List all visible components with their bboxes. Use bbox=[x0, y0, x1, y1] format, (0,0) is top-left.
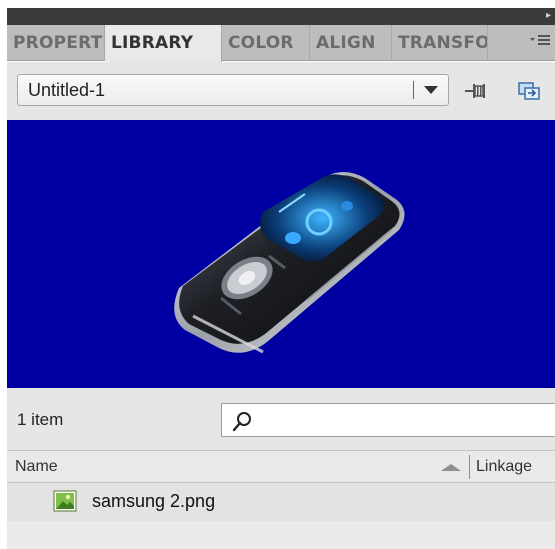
panel-menu-icon[interactable] bbox=[529, 33, 551, 50]
panel-title-bar[interactable]: ▸ bbox=[7, 8, 555, 25]
collapse-arrow-icon[interactable]: ▸ bbox=[546, 11, 551, 21]
tab-transform[interactable]: TRANSFORM bbox=[392, 25, 488, 61]
search-input[interactable] bbox=[221, 403, 555, 437]
sort-ascending-icon[interactable] bbox=[441, 464, 461, 471]
search-icon bbox=[232, 412, 251, 432]
library-document-select[interactable]: Untitled-1 bbox=[17, 74, 449, 106]
tab-align[interactable]: ALIGN bbox=[310, 25, 392, 61]
chevron-down-icon[interactable] bbox=[424, 86, 438, 94]
library-column-header: Name Linkage bbox=[7, 450, 555, 483]
library-toolbar: Untitled-1 bbox=[7, 62, 555, 120]
list-item[interactable]: samsung 2.png bbox=[7, 483, 555, 521]
tab-properties[interactable]: PROPERTIES bbox=[7, 25, 105, 61]
new-library-panel-icon[interactable] bbox=[517, 80, 541, 102]
bitmap-icon bbox=[53, 490, 77, 512]
panel-tabs: PROPERTIES LIBRARY COLOR ALIGN TRANSFORM bbox=[7, 25, 555, 62]
column-divider[interactable] bbox=[469, 455, 470, 479]
item-count: 1 item bbox=[17, 410, 64, 429]
select-divider bbox=[413, 81, 414, 99]
column-linkage[interactable]: Linkage bbox=[476, 458, 532, 476]
library-status-bar: 1 item bbox=[7, 388, 555, 450]
list-empty-area bbox=[7, 521, 555, 549]
library-panel: ▸ PROPERTIES LIBRARY COLOR ALIGN TRANSFO… bbox=[0, 0, 555, 549]
column-name[interactable]: Name bbox=[15, 458, 58, 476]
list-item-name: samsung 2.png bbox=[92, 491, 216, 511]
tab-library[interactable]: LIBRARY bbox=[105, 25, 222, 62]
library-preview bbox=[7, 120, 555, 388]
tab-color[interactable]: COLOR bbox=[222, 25, 310, 61]
pin-library-icon[interactable] bbox=[464, 80, 488, 102]
mp3-player-image bbox=[174, 172, 405, 354]
library-document-value: Untitled-1 bbox=[28, 80, 106, 100]
